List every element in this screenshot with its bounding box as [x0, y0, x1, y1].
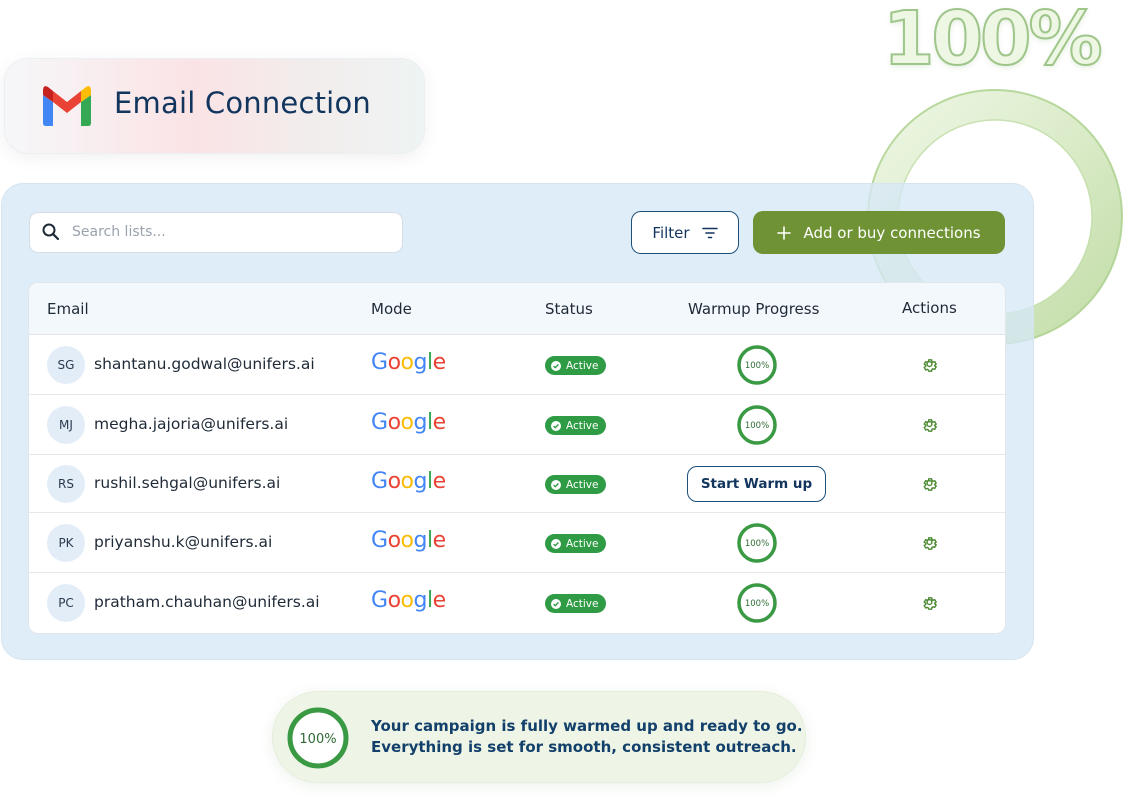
table-header: Email Mode Status Warmup Progress Action… — [29, 283, 1005, 335]
google-logo: Google — [371, 528, 446, 553]
gear-icon[interactable] — [921, 417, 938, 434]
gmail-icon — [43, 86, 91, 126]
warmup-progress-ring: 100% — [737, 523, 777, 563]
check-circle-icon — [551, 598, 561, 609]
table-row[interactable]: SG shantanu.godwal@unifers.ai Google Act… — [29, 335, 1005, 395]
page-title: Email Connection — [114, 86, 371, 120]
toast-line-2: Everything is set for smooth, consistent… — [371, 738, 797, 756]
status-label: Active — [566, 478, 599, 491]
avatar: MJ — [47, 406, 85, 444]
check-circle-icon — [551, 479, 561, 490]
avatar: RS — [47, 465, 85, 503]
avatar: PC — [47, 584, 85, 622]
email-address: shantanu.godwal@unifers.ai — [94, 355, 315, 373]
email-address: megha.jajoria@unifers.ai — [94, 415, 289, 433]
status-badge: Active — [545, 416, 607, 435]
google-logo: Google — [371, 350, 446, 375]
google-logo: Google — [371, 469, 446, 494]
check-circle-icon — [551, 538, 561, 549]
gear-icon[interactable] — [921, 535, 938, 552]
status-label: Active — [566, 537, 599, 550]
progress-label: 100% — [745, 361, 769, 371]
start-warmup-button[interactable]: Start Warm up — [687, 466, 826, 502]
filter-button[interactable]: Filter — [631, 211, 739, 254]
status-badge: Active — [545, 356, 607, 375]
email-address: rushil.sehgal@unifers.ai — [94, 474, 281, 492]
column-header-email[interactable]: Email — [47, 300, 89, 318]
email-address: pratham.chauhan@unifers.ai — [94, 593, 320, 611]
check-circle-icon — [551, 420, 561, 431]
status-label: Active — [566, 597, 599, 610]
progress-label: 100% — [745, 539, 769, 549]
status-badge: Active — [545, 594, 607, 613]
plus-icon — [777, 225, 792, 240]
toast-progress-label: 100% — [299, 732, 336, 747]
column-header-warmup[interactable]: Warmup Progress — [688, 300, 819, 318]
check-circle-icon — [551, 360, 561, 371]
connections-table: Email Mode Status Warmup Progress Action… — [28, 282, 1006, 634]
table-row[interactable]: PK priyanshu.k@unifers.ai Google Active … — [29, 513, 1005, 573]
progress-label: 100% — [745, 421, 769, 431]
warmup-progress-ring: 100% — [737, 345, 777, 385]
add-connections-button[interactable]: Add or buy connections — [753, 211, 1005, 254]
column-header-status[interactable]: Status — [545, 300, 593, 318]
toast-progress-ring: 100% — [287, 707, 349, 769]
status-label: Active — [566, 419, 599, 432]
toast-line-1: Your campaign is fully warmed up and rea… — [371, 717, 803, 735]
table-row[interactable]: PC pratham.chauhan@unifers.ai Google Act… — [29, 573, 1005, 633]
email-address: priyanshu.k@unifers.ai — [94, 533, 273, 551]
table-row[interactable]: RS rushil.sehgal@unifers.ai Google Activ… — [29, 455, 1005, 513]
status-label: Active — [566, 359, 599, 372]
table-row[interactable]: MJ megha.jajoria@unifers.ai Google Activ… — [29, 395, 1005, 455]
filter-icon — [701, 227, 718, 238]
status-badge: Active — [545, 475, 607, 494]
gear-icon[interactable] — [921, 476, 938, 493]
filter-button-label: Filter — [652, 223, 690, 242]
column-header-mode[interactable]: Mode — [371, 300, 412, 318]
gear-icon[interactable] — [921, 595, 938, 612]
status-badge: Active — [545, 534, 607, 553]
toast-message: Your campaign is fully warmed up and rea… — [371, 716, 803, 758]
progress-label: 100% — [745, 599, 769, 609]
warmup-progress-ring: 100% — [737, 405, 777, 445]
search-input[interactable] — [72, 216, 392, 248]
warmup-progress-ring: 100% — [737, 583, 777, 623]
google-logo: Google — [371, 588, 446, 613]
column-header-actions[interactable]: Actions — [902, 299, 957, 317]
google-logo: Google — [371, 410, 446, 435]
big-percent-decor: 100% — [882, 0, 1104, 83]
search-icon — [42, 223, 60, 241]
add-connections-label: Add or buy connections — [803, 223, 981, 242]
avatar: SG — [47, 346, 85, 384]
avatar: PK — [47, 524, 85, 562]
gear-icon[interactable] — [921, 357, 938, 374]
